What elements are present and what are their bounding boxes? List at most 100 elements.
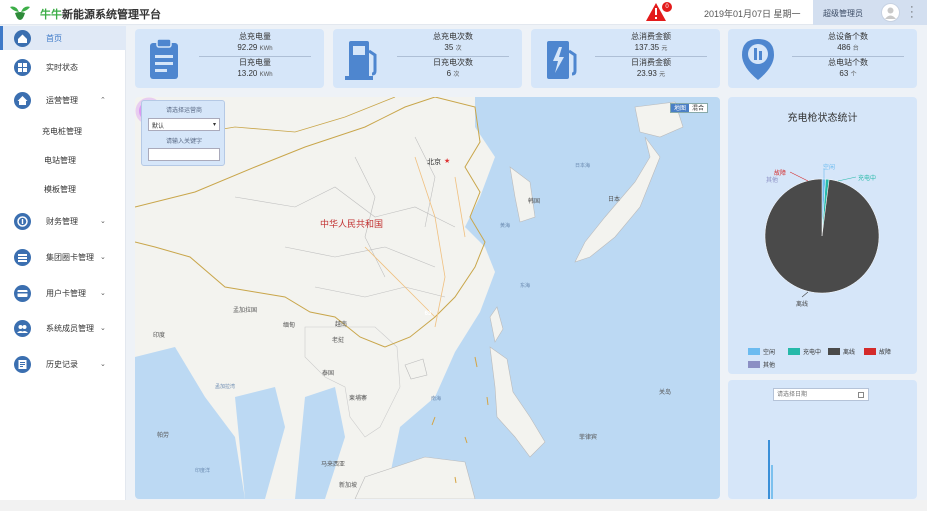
- stat-label: 总电站个数: [828, 58, 868, 67]
- house-icon: [14, 91, 31, 109]
- sidebar-item-label: 用户卡管理: [46, 288, 86, 298]
- map-label-india: 印度: [153, 333, 166, 339]
- divider: [397, 56, 509, 57]
- pie-slice-离线[interactable]: [764, 178, 880, 294]
- legend-item-idle[interactable]: 空闲: [748, 347, 775, 356]
- history-icon: [14, 355, 31, 373]
- map-label-cambodia: 柬埔寨: [349, 396, 368, 402]
- avatar[interactable]: [881, 3, 900, 22]
- stat-label: 总充电次数: [433, 32, 473, 41]
- stat-value: 63 个: [839, 69, 857, 78]
- stat-value: 486 台: [837, 43, 859, 52]
- caret-down-icon: ▾: [212, 122, 216, 128]
- map-search-panel: 请选择运营商 默认 ▾ 请输入关键字: [141, 100, 225, 166]
- sidebar-subitem-label: 充电桩管理: [42, 127, 82, 136]
- legend-item-offline[interactable]: 离线: [828, 347, 855, 356]
- charging-station-icon: [547, 41, 577, 79]
- map-label-malaysia: 马来西亚: [321, 462, 346, 468]
- map-label-philippines: 菲律宾: [579, 435, 598, 441]
- card-icon: [14, 284, 31, 302]
- stat-value: 6 次: [446, 69, 460, 78]
- map-label-japan: 日本: [608, 197, 621, 203]
- capital-star-icon: ★: [444, 158, 451, 165]
- sidebar-item-realtime[interactable]: 实时状态: [0, 55, 126, 79]
- legend-item-other[interactable]: 其他: [748, 360, 775, 369]
- sidebar-subitem-template[interactable]: 模板管理: [0, 179, 126, 199]
- map-label-yellow-sea: 黄海: [500, 223, 511, 229]
- stat-label: 总设备个数: [828, 32, 868, 41]
- map-label-palau: 帕劳: [157, 433, 170, 439]
- chevron-down-icon: ⌄: [100, 254, 106, 261]
- map-label-south-china-sea: 南海: [431, 396, 442, 402]
- location-pin-icon: [742, 39, 774, 80]
- footer-strip: [0, 500, 927, 511]
- sidebar-subitem-charger[interactable]: 充电桩管理: [0, 121, 126, 141]
- stat-label: 日充电次数: [433, 58, 473, 67]
- header-datetime: 2019年01月07日 星期一: [704, 9, 801, 19]
- date-picker-input[interactable]: [773, 388, 869, 401]
- finance-icon: [14, 212, 31, 230]
- sidebar-subitem-label: 电站管理: [44, 156, 76, 165]
- toggle-map[interactable]: 地图: [671, 104, 690, 112]
- sidebar-item-home[interactable]: 首页: [0, 26, 126, 50]
- sidebar: 首页 实时状态 运营管理 ⌃ 充电桩管理 电站管理 模板管理 财务管理 ⌄ 集团…: [0, 26, 126, 511]
- app-title-rest: 新能源系统管理平台: [62, 9, 161, 21]
- station-map[interactable]: 中华人民共和国 北京 ★ 韩国 日本 越南 老挝 泰国 柬埔寨 缅甸 孟加拉国 …: [135, 97, 720, 499]
- pie-chart: [764, 168, 880, 298]
- divider: [595, 56, 707, 57]
- sidebar-item-history[interactable]: 历史记录 ⌄: [0, 352, 126, 376]
- stat-card-charge-count: 总充电次数 35 次 日充电次数 6 次: [333, 29, 522, 88]
- sidebar-item-finance[interactable]: 财务管理 ⌄: [0, 209, 126, 233]
- map-label-laos: 老挝: [332, 338, 345, 344]
- legend-item-fault[interactable]: 故障: [864, 347, 891, 356]
- pie-leader-line: [801, 291, 809, 298]
- stat-value: 23.93 元: [636, 69, 666, 78]
- keyword-label: 请输入关键字: [165, 139, 202, 145]
- map-label-thailand: 泰国: [322, 371, 335, 377]
- top-header: 牛牛新能源系统管理平台 0 2019年01月07日 星期一 超级管理员 · · ·: [0, 0, 927, 25]
- app-brand: 牛牛: [40, 9, 62, 21]
- chevron-down-icon: ⌄: [100, 325, 106, 332]
- operator-select-label: 请选择运营商: [165, 108, 202, 114]
- map-type-toggle[interactable]: 地图 混合: [670, 103, 709, 113]
- divider: [199, 56, 311, 57]
- user-icon: [885, 7, 896, 19]
- chart-bar: [768, 440, 770, 499]
- chevron-down-icon: ⌄: [100, 218, 106, 225]
- sidebar-item-group-card[interactable]: 集团圈卡管理 ⌄: [0, 245, 126, 269]
- map-label-myanmar: 缅甸: [283, 323, 296, 329]
- map-label-vietnam: 越南: [335, 322, 348, 328]
- divider: [792, 56, 904, 57]
- calendar-icon[interactable]: [858, 392, 864, 398]
- date-chart-panel: [728, 380, 917, 499]
- sidebar-item-members[interactable]: 系统成员管理 ⌄: [0, 316, 126, 340]
- sidebar-item-label: 财务管理: [46, 216, 78, 226]
- pie-label-offline: 离线: [796, 302, 809, 308]
- stat-label: 总消费金额: [631, 32, 671, 41]
- map-label-east-sea: 东海: [520, 283, 531, 289]
- pie-label-idle: 空闲: [823, 165, 836, 171]
- map-label-indian-ocean: 印度洋: [195, 468, 211, 474]
- chevron-down-icon: ⌄: [100, 361, 106, 368]
- pie-label-charging: 充电中: [858, 176, 877, 182]
- keyword-input[interactable]: [148, 148, 220, 161]
- more-options-icon[interactable]: · · ·: [910, 2, 914, 23]
- fuel-pump-icon: [345, 41, 377, 80]
- sidebar-item-label: 运营管理: [46, 95, 78, 105]
- sidebar-subitem-station[interactable]: 电站管理: [0, 150, 126, 170]
- pie-label-other: 其他: [766, 178, 779, 184]
- sidebar-item-operations[interactable]: 运营管理 ⌃: [0, 88, 126, 112]
- card-stack-icon: [14, 248, 31, 266]
- user-menu[interactable]: 超级管理员 · · ·: [813, 0, 927, 25]
- map-label-bangladesh: 孟加拉国: [233, 308, 258, 314]
- toggle-mixed[interactable]: 混合: [689, 104, 707, 112]
- sidebar-item-user-card[interactable]: 用户卡管理 ⌄: [0, 281, 126, 305]
- chevron-down-icon: ⌄: [100, 290, 106, 297]
- operator-select[interactable]: 默认 ▾: [148, 118, 220, 131]
- legend-item-charging[interactable]: 充电中: [788, 347, 821, 356]
- sidebar-item-label: 实时状态: [46, 62, 78, 72]
- sidebar-subitem-label: 模板管理: [44, 185, 76, 194]
- stat-label: 日充电量: [239, 58, 271, 67]
- map-label-beijing: 北京: [427, 159, 441, 166]
- stat-value: 92.29 KWh: [237, 43, 273, 52]
